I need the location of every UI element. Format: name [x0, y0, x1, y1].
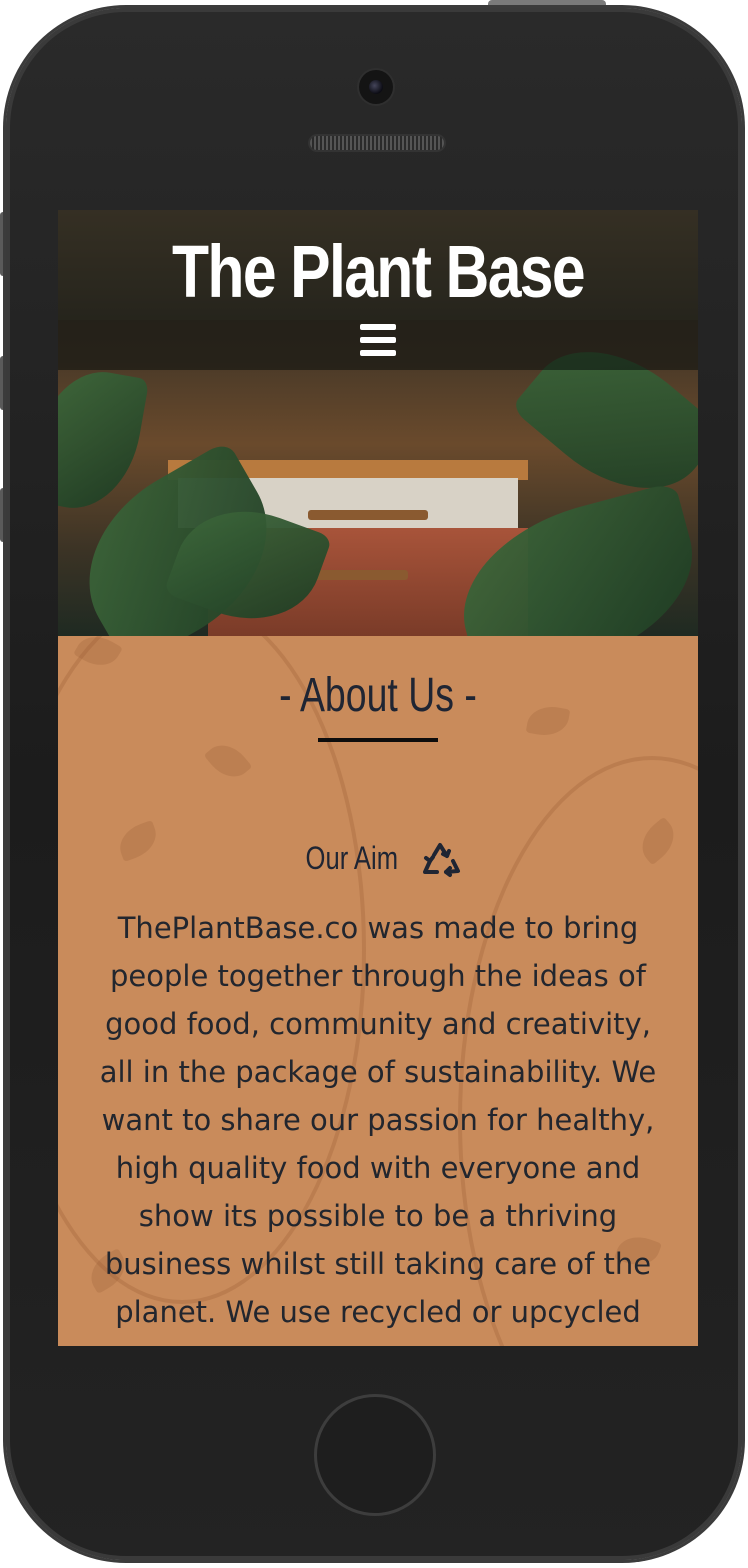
recycle-icon — [423, 842, 461, 877]
hero-table — [308, 510, 428, 520]
about-us-heading: - About Us - — [279, 669, 477, 722]
our-aim-label: Our Aim — [305, 840, 398, 876]
home-button[interactable] — [314, 1394, 436, 1516]
phone-screen: The Plant Base - About Us - Our Aim TheP… — [58, 210, 698, 1346]
header-overlay: The Plant Base — [58, 210, 698, 370]
hamburger-menu-icon[interactable] — [360, 324, 396, 356]
about-section: - About Us - Our Aim ThePlantBase.co was… — [58, 636, 698, 1346]
site-title[interactable]: The Plant Base — [116, 232, 641, 312]
hero-image: The Plant Base — [58, 210, 698, 636]
front-camera — [359, 70, 393, 104]
our-aim-heading: Our Aim — [58, 836, 698, 881]
heading-underline — [318, 738, 438, 742]
about-paragraph: ThePlantBase.co was made to bring people… — [99, 911, 657, 1346]
earpiece-speaker — [310, 136, 444, 150]
